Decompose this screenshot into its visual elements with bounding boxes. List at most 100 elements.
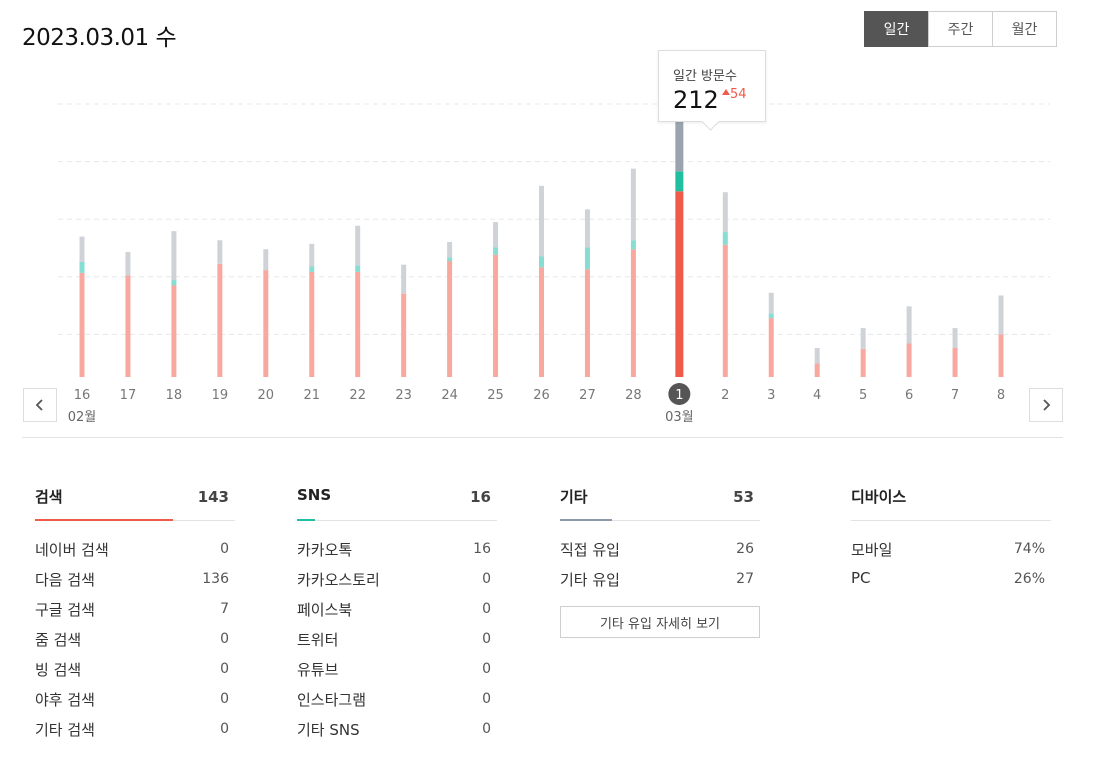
bar-segment (309, 266, 315, 272)
row-value: 26 (736, 541, 754, 557)
bar-segment (493, 254, 499, 377)
stat-other-header: 기타 53 (560, 476, 760, 521)
row-label: 구글 검색 (35, 601, 95, 619)
row-value: 0 (482, 661, 491, 677)
bar-segment (630, 240, 636, 250)
bar-segment (171, 231, 177, 281)
x-tick-label: 28 (625, 388, 642, 403)
row-value: 0 (482, 691, 491, 707)
list-item: 카카오스토리 0 (297, 567, 497, 597)
chevron-right-icon (1043, 399, 1051, 411)
tooltip-label: 일간 방문수 (673, 69, 737, 84)
stat-search: 검색 143 네이버 검색 0 다음 검색 136 구글 검색 7 줌 검색 0 빙 검… (35, 476, 235, 747)
bar-segment (493, 247, 499, 255)
bar-segment (171, 280, 177, 286)
bar-segment (263, 249, 269, 271)
bar-segment (675, 191, 684, 377)
row-label: 페이스북 (297, 601, 353, 619)
row-value: 7 (220, 601, 229, 617)
row-label: 유튜브 (297, 661, 339, 679)
stat-sns-total: 16 (470, 488, 491, 506)
bar-segment (355, 271, 361, 377)
x-tick-label: 16 (74, 388, 91, 403)
bar-segment (217, 240, 223, 264)
row-label: 모바일 (851, 541, 893, 559)
tooltip-delta-value: 54 (730, 87, 747, 102)
list-item: 기타 SNS 0 (297, 717, 497, 747)
row-value: 26% (1013, 571, 1045, 587)
stat-sns-header: SNS 16 (297, 476, 497, 521)
prev-button[interactable] (23, 388, 57, 422)
bar-segment (125, 275, 131, 377)
x-tick-label: 24 (441, 388, 458, 403)
x-tick-label: 20 (258, 388, 275, 403)
bar-segment (355, 225, 361, 266)
row-label: 줌 검색 (35, 631, 82, 649)
chart-divider (22, 437, 1063, 438)
month-label: 02월 (68, 410, 97, 425)
stat-other-total: 53 (733, 488, 754, 506)
bar-segment (447, 261, 453, 377)
bar-segment (125, 251, 131, 276)
bar-segment (860, 348, 866, 377)
chevron-left-icon (35, 399, 43, 411)
up-triangle-icon (722, 89, 730, 95)
bar-segment (952, 328, 958, 349)
bar-segment (355, 265, 361, 272)
bar-segment (998, 295, 1004, 335)
x-tick-label: 23 (395, 388, 412, 403)
stat-device-title: 디바이스 (851, 488, 907, 506)
bar-segment (998, 334, 1004, 377)
stat-device: 디바이스 모바일 74% PC 26% (851, 476, 1051, 597)
bar-segment (584, 209, 590, 248)
bar-segment (768, 318, 774, 377)
list-item: 빙 검색 0 (35, 657, 235, 687)
bar-segment (860, 328, 866, 349)
stat-search-title: 검색 (35, 488, 63, 506)
row-value: 0 (482, 721, 491, 737)
row-value: 0 (220, 721, 229, 737)
bar-segment (952, 348, 958, 377)
stat-search-header: 검색 143 (35, 476, 235, 521)
x-tick-label: 25 (487, 388, 504, 403)
list-item: 구글 검색 7 (35, 597, 235, 627)
row-label: 카카오톡 (297, 541, 353, 559)
bar-segment (79, 261, 85, 273)
bar-segment (401, 264, 407, 294)
list-item: PC 26% (851, 567, 1051, 597)
row-value: 27 (736, 571, 754, 587)
list-item: 다음 검색 136 (35, 567, 235, 597)
list-item: 트위터 0 (297, 627, 497, 657)
bar-segment (263, 270, 269, 377)
stat-sns-underline (297, 519, 315, 521)
bar-segment (217, 263, 223, 377)
visit-chart: 16 17 18 19 20 21 22 23 24 25 26 27 28 1 2 3 4 5 6 7 802월 03월 (58, 99, 1050, 425)
x-tick-label: 22 (349, 388, 366, 403)
bar-segment (584, 247, 590, 270)
row-label: PC (851, 569, 871, 587)
row-label: 직접 유입 (560, 541, 620, 559)
row-value: 0 (220, 661, 229, 677)
row-label: 네이버 검색 (35, 541, 109, 559)
row-value: 0 (220, 631, 229, 647)
bar-segment (630, 249, 636, 377)
tooltip-value: 212 (673, 86, 719, 114)
x-tick-label: 2 (721, 388, 729, 403)
stat-search-underline (35, 519, 173, 521)
x-tick-label: 21 (303, 388, 320, 403)
row-label: 카카오스토리 (297, 571, 380, 589)
stat-sns-title: SNS (297, 486, 332, 504)
x-tick-label: 5 (859, 388, 867, 403)
month-label: 03월 (665, 410, 694, 425)
x-tick-label: 8 (997, 388, 1005, 403)
x-tick-label: 7 (951, 388, 959, 403)
bar-segment (79, 236, 85, 262)
row-value: 0 (220, 691, 229, 707)
row-label: 기타 유입 (560, 571, 620, 589)
bar-segment (493, 222, 499, 248)
other-inflow-detail-button[interactable]: 기타 유입 자세히 보기 (560, 606, 760, 638)
bar-segment (539, 267, 544, 377)
next-button[interactable] (1029, 388, 1063, 422)
stat-other-title: 기타 (560, 488, 588, 506)
list-item: 유튜브 0 (297, 657, 497, 687)
